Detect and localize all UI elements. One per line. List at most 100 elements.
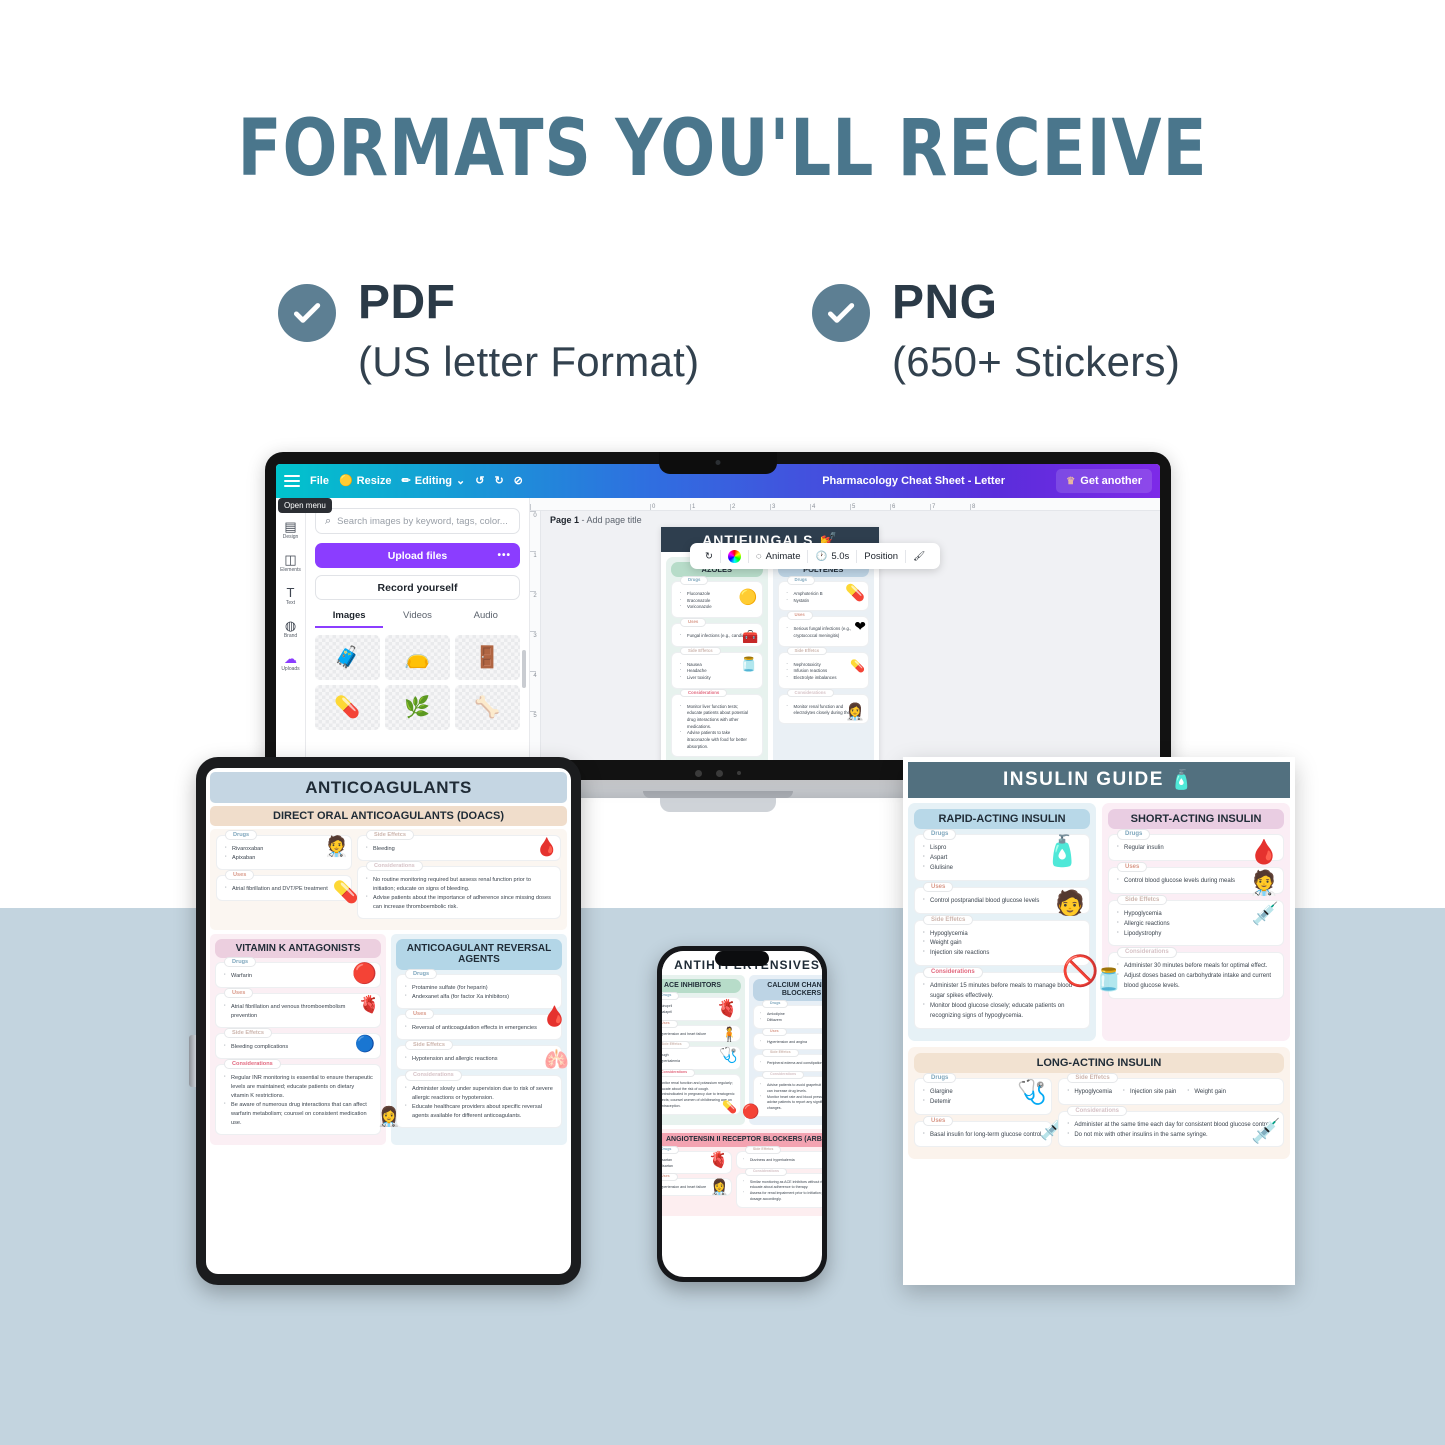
indicator-dot <box>716 769 723 777</box>
ruler-horizontal: 0 1 2 3 4 5 6 7 8 <box>530 498 1160 511</box>
list-item: Regular insulin <box>1116 843 1276 854</box>
hamburger-menu-icon[interactable] <box>284 475 300 487</box>
ruler-vertical: 0 1 2 3 4 5 <box>530 511 541 760</box>
field-label-uses: Uses <box>923 881 954 893</box>
ruler-tick: 6 <box>890 504 930 510</box>
field-label-uses: Uses <box>662 1173 678 1182</box>
rail-item-design[interactable]: ▤ Design <box>276 520 305 540</box>
field-label-side-effects: Side Effetcs <box>1117 894 1168 906</box>
uploads-icon: ☁ <box>284 651 297 666</box>
ruler-tick: 4 <box>530 671 540 711</box>
ace-inhibitors-group: ACE INHIBITORS Drugs Lisinopril Enalapri… <box>662 975 745 1125</box>
upload-thumbnail[interactable]: 🦴 <box>455 685 520 730</box>
cloud-check-icon: ⊘ <box>513 474 523 487</box>
antifungals-polyenes-group: POLYENES Drugs Amphotericin B Nystatin 💊… <box>772 557 874 760</box>
field-label-uses: Uses <box>762 1027 787 1036</box>
list-item: Administer at the same time each day for… <box>1066 1120 1276 1131</box>
color-wheel-icon <box>727 549 741 563</box>
azoles-considerations-field: Considerations Monitor liver function te… <box>671 688 763 758</box>
antihypertensives-cheat-sheet[interactable]: ANTIHYPERTENSIVES ACE INHIBITORS Drugs L… <box>662 951 822 1219</box>
tab-audio[interactable]: Audio <box>452 610 520 628</box>
rail-item-elements[interactable]: ◫ Elements <box>276 553 305 573</box>
animate-icon: ◌ <box>755 550 762 562</box>
search-input[interactable]: ⌕ Search images by keyword, tags, color.… <box>315 508 520 534</box>
anticoagulants-bottom-columns: VITAMIN K ANTAGONISTS Drugs Warfarin 🔴 U… <box>210 933 569 1145</box>
list-item: Control blood glucose levels during meal… <box>1116 876 1276 887</box>
anticoagulants-title: ANTICOAGULANTS <box>210 772 567 803</box>
brand-icon: ◍ <box>284 618 297 633</box>
ccb-uses-field: Uses Hypertension and angina <box>753 1027 822 1051</box>
animate-button[interactable]: ◌ Animate <box>749 551 808 562</box>
color-picker-button[interactable] <box>721 549 748 563</box>
rapid-acting-heading: RAPID-ACTING INSULIN <box>914 809 1090 829</box>
page-label[interactable]: Page 1 - Add page title <box>550 515 642 525</box>
list-item: Hypertension and heart failure <box>662 1185 726 1191</box>
menu-file[interactable]: File <box>310 475 329 487</box>
list-item: Itraconazole <box>679 597 755 605</box>
list-item: Apixaban <box>224 853 344 863</box>
rail-item-brand[interactable]: ◍ Brand <box>276 619 305 639</box>
list-item: Serious fungal infections (e.g., cryptoc… <box>786 625 862 639</box>
duration-button[interactable]: 🕐 5.0s <box>808 551 856 562</box>
field-label-considerations: Considerations <box>680 688 728 698</box>
list-item: Monitor renal function and potassium reg… <box>662 1081 735 1093</box>
doacs-considerations-field: Considerations No routine monitoring req… <box>357 860 561 919</box>
more-options-icon[interactable]: ••• <box>497 550 511 561</box>
upload-thumbnail[interactable]: 🚪 <box>455 635 520 680</box>
vk-considerations-field: Considerations Regular INR monitoring is… <box>215 1058 381 1135</box>
azoles-drugs-field: Drugs Fluconazole Itraconazole Voriconaz… <box>671 576 763 618</box>
field-label-considerations: Considerations <box>744 1167 787 1176</box>
sparkle-icon: 🟡 <box>338 474 353 487</box>
upload-thumbnail[interactable]: 💊 <box>315 685 380 730</box>
azoles-side-field: Side Effetcs Nausea Headache Liver toxic… <box>671 646 763 689</box>
rail-item-uploads[interactable]: ☁ Uploads <box>276 652 305 672</box>
list-item: Fluconazole <box>679 590 755 598</box>
insulin-guide-cheat-sheet[interactable]: INSULIN GUIDE 🧴 RAPID-ACTING INSULIN Dru… <box>903 757 1295 1285</box>
menu-resize[interactable]: 🟡 Resize <box>339 475 392 487</box>
anticoagulants-cheat-sheet[interactable]: ANTICOAGULANTS DIRECT ORAL ANTICOAGULANT… <box>206 768 571 1274</box>
list-item: Hypertension and angina <box>759 1039 822 1046</box>
vk-drugs-field: Drugs Warfarin 🔴 <box>215 957 381 989</box>
list-item: Similar monitoring as ACE inhibitors wit… <box>742 1179 822 1192</box>
upload-files-button[interactable]: Upload files ••• <box>315 543 520 568</box>
field-label-side-effects: Side Effetcs <box>1067 1072 1118 1084</box>
tablet-side-button[interactable] <box>189 1035 196 1087</box>
list-item: Glargine <box>922 1087 1044 1098</box>
redo-button[interactable]: ↻ <box>494 475 503 487</box>
rail-item-text[interactable]: T Text <box>276 586 305 606</box>
list-item: Rivaroxaban <box>224 844 344 854</box>
search-icon: ⌕ <box>325 514 332 527</box>
cloud-save-button[interactable]: ⊘ <box>513 474 523 487</box>
field-label-uses: Uses <box>680 617 707 627</box>
list-item: Monitor liver function tests; educate pa… <box>679 703 755 731</box>
position-button[interactable]: Position <box>857 551 905 562</box>
undo-button[interactable]: ↺ <box>475 475 484 487</box>
list-item: Advise patients to take itraconazole wit… <box>679 729 755 750</box>
list-item: Voriconazole <box>679 603 755 611</box>
document-title[interactable]: Pharmacology Cheat Sheet - Letter <box>822 475 1005 487</box>
tab-images[interactable]: Images <box>315 610 384 628</box>
list-item: Aspart <box>922 853 1082 864</box>
reversal-agents-heading: ANTICOAGULANT REVERSAL AGENTS <box>396 938 562 970</box>
record-yourself-button[interactable]: Record yourself <box>315 575 520 600</box>
webcam-icon <box>715 460 721 465</box>
list-item: Warfarin <box>223 971 373 981</box>
upload-thumbnail[interactable]: 👝 <box>385 635 450 680</box>
doacs-group: Drugs Rivaroxaban Apixaban 🧑‍⚕️ Uses Atr… <box>210 829 567 930</box>
antihypertensives-columns: ACE INHIBITORS Drugs Lisinopril Enalapri… <box>662 975 822 1125</box>
refresh-button[interactable]: ↻ <box>698 551 720 562</box>
panel-scrollbar[interactable] <box>522 650 526 688</box>
field-label-drugs: Drugs <box>680 576 709 585</box>
list-item: Advise patients to avoid grapefruit juic… <box>759 1082 822 1095</box>
get-another-button[interactable]: ♛ Get another <box>1056 469 1152 493</box>
ruler-tick: 2 <box>530 591 540 631</box>
tab-videos[interactable]: Videos <box>383 610 451 628</box>
field-label-uses: Uses <box>662 1019 678 1028</box>
copy-style-button[interactable]: 🖌 <box>906 551 932 562</box>
upload-thumbnail[interactable]: 🌿 <box>385 685 450 730</box>
arb-heading: ANGIOTENSIN II RECEPTOR BLOCKERS (ARBs) <box>662 1132 822 1147</box>
menu-editing[interactable]: ✏ Editing ⌄ <box>402 475 466 487</box>
upload-thumbnail[interactable]: 🧳 <box>315 635 380 680</box>
ace-side-field: Side Effetcs Cough Hyperkalemia 🩺 <box>662 1041 741 1070</box>
field-label-drugs: Drugs <box>225 830 258 841</box>
